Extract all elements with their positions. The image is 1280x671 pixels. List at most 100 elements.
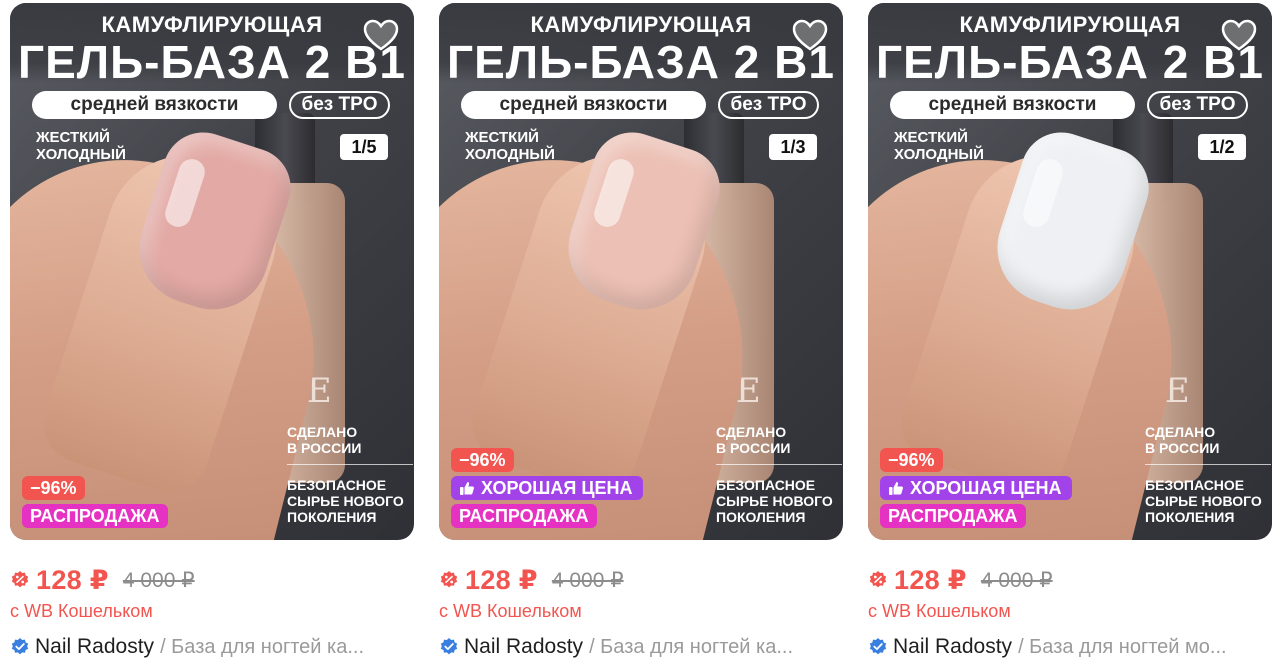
product-image[interactable]: BASE КАМУФЛИРУЮЩАЯ ГЕЛЬ-БАЗА 2 В1 средне… [868, 3, 1272, 540]
ratio-badge: 1/2 [1198, 134, 1246, 160]
heart-icon [1221, 19, 1257, 51]
product-grid: BASE КАМУФЛИРУЮЩАЯ ГЕЛЬ-БАЗА 2 В1 средне… [0, 0, 1280, 671]
viscosity-pill: средней вязкости [32, 91, 277, 119]
safe-line: ПОКОЛЕНИЯ [287, 509, 377, 525]
product-card[interactable]: BASE КАМУФЛИРУЮЩАЯ ГЕЛЬ-БАЗА 2 В1 средне… [868, 3, 1272, 671]
safe-line: БЕЗОПАСНОЕ [716, 477, 816, 493]
verified-check-icon [869, 638, 887, 655]
safe-line: ПОКОЛЕНИЯ [716, 509, 806, 525]
brand-name[interactable]: Nail Radosty [464, 635, 583, 659]
product-card[interactable]: BASE КАМУФЛИРУЮЩАЯ ГЕЛЬ-БАЗА 2 В1 средне… [10, 3, 414, 671]
product-banner: КАМУФЛИРУЮЩАЯ ГЕЛЬ-БАЗА 2 В1 [439, 3, 843, 87]
ratio-badge: 1/5 [340, 134, 388, 160]
product-title[interactable]: / База для ногтей ка... [160, 636, 364, 659]
safe-line: СЫРЬЕ НОВОГО [716, 493, 833, 509]
good-price-label: ХОРОШАЯ ЦЕНА [481, 478, 633, 498]
type-line: ЖЕСТКИЙ [465, 129, 539, 146]
safe-line: СЫРЬЕ НОВОГО [287, 493, 404, 509]
sale-badge: РАСПРОДАЖА [880, 504, 1026, 528]
product-banner: КАМУФЛИРУЮЩАЯ ГЕЛЬ-БАЗА 2 В1 [10, 3, 414, 87]
badges: −96% ХОРОШАЯ ЦЕНА РАСПРОДАЖА [880, 448, 1072, 528]
brand-name[interactable]: Nail Radosty [893, 635, 1012, 659]
made-line: СДЕЛАНО [287, 424, 358, 440]
made-line: В РОССИИ [287, 440, 362, 456]
brand-row[interactable]: Nail Radosty / База для ногтей мо... [868, 635, 1268, 659]
viscosity-pill: средней вязкости [890, 91, 1135, 119]
brand-name[interactable]: Nail Radosty [35, 635, 154, 659]
verified-check-icon [440, 638, 458, 655]
safe-label: БЕЗОПАСНОЕ СЫРЬЕ НОВОГО ПОКОЛЕНИЯ [716, 477, 833, 525]
price-current: 128 ₽ [894, 564, 967, 595]
product-title[interactable]: / База для ногтей ка... [589, 636, 793, 659]
made-line: В РОССИИ [716, 440, 791, 456]
wallet-note: с WB Кошельком [10, 601, 153, 621]
discount-percent-icon [11, 571, 29, 588]
wallet-note: с WB Кошельком [868, 601, 1011, 621]
headline-main: ГЕЛЬ-БАЗА 2 В1 [876, 36, 1264, 88]
verified-check-icon [11, 638, 29, 655]
type-line: ЖЕСТКИЙ [894, 129, 968, 146]
badges: −96% ХОРОШАЯ ЦЕНА РАСПРОДАЖА [451, 448, 643, 528]
type-line: ХОЛОДНЫЙ [465, 146, 555, 163]
product-image[interactable]: BASE КАМУФЛИРУЮЩАЯ ГЕЛЬ-БАЗА 2 В1 средне… [10, 3, 414, 540]
type-line: ХОЛОДНЫЙ [36, 146, 126, 163]
good-price-label: ХОРОШАЯ ЦЕНА [910, 478, 1062, 498]
type-line: ЖЕСТКИЙ [36, 129, 110, 146]
safe-line: БЕЗОПАСНОЕ [1145, 477, 1245, 493]
thumbs-up-icon [460, 482, 474, 495]
price-old: 4 000 ₽ [551, 568, 624, 592]
price-row: 128 ₽ 4 000 ₽ [868, 563, 1053, 597]
made-line: СДЕЛАНО [1145, 424, 1216, 440]
type-label: ЖЕСТКИЙ ХОЛОДНЫЙ [36, 129, 126, 163]
divider [716, 464, 842, 465]
viscosity-pill: средней вязкости [461, 91, 706, 119]
discount-percent-icon [869, 571, 887, 588]
divider [287, 464, 413, 465]
made-line: СДЕЛАНО [716, 424, 787, 440]
good-price-badge: ХОРОШАЯ ЦЕНА [451, 476, 643, 500]
favorite-button[interactable] [362, 17, 400, 55]
safe-line: БЕЗОПАСНОЕ [287, 477, 387, 493]
discount-badge: −96% [22, 476, 85, 500]
headline-top: КАМУФЛИРУЮЩАЯ [101, 12, 323, 37]
brand-row[interactable]: Nail Radosty / База для ногтей ка... [10, 635, 410, 659]
price-row: 128 ₽ 4 000 ₽ [439, 563, 624, 597]
headline-top: КАМУФЛИРУЮЩАЯ [530, 12, 752, 37]
safe-label: БЕЗОПАСНОЕ СЫРЬЕ НОВОГО ПОКОЛЕНИЯ [287, 477, 404, 525]
tpo-pill: без TPO [718, 91, 819, 119]
favorite-button[interactable] [1220, 17, 1258, 55]
product-image[interactable]: BASE КАМУФЛИРУЮЩАЯ ГЕЛЬ-БАЗА 2 В1 средне… [439, 3, 843, 540]
made-in-label: СДЕЛАНО В РОССИИ [1145, 424, 1219, 456]
ratio-badge: 1/3 [769, 134, 817, 160]
favorite-button[interactable] [791, 17, 829, 55]
type-label: ЖЕСТКИЙ ХОЛОДНЫЙ [465, 129, 555, 163]
heart-icon [363, 19, 399, 51]
price-old: 4 000 ₽ [980, 568, 1053, 592]
tpo-pill: без TPO [289, 91, 390, 119]
safe-label: БЕЗОПАСНОЕ СЫРЬЕ НОВОГО ПОКОЛЕНИЯ [1145, 477, 1262, 525]
price-current: 128 ₽ [465, 564, 538, 595]
headline-top: КАМУФЛИРУЮЩАЯ [959, 12, 1181, 37]
type-line: ХОЛОДНЫЙ [894, 146, 984, 163]
price-current: 128 ₽ [36, 564, 109, 595]
product-card[interactable]: BASE КАМУФЛИРУЮЩАЯ ГЕЛЬ-БАЗА 2 В1 средне… [439, 3, 843, 671]
safe-line: СЫРЬЕ НОВОГО [1145, 493, 1262, 509]
heart-icon [792, 19, 828, 51]
headline-main: ГЕЛЬ-БАЗА 2 В1 [18, 36, 406, 88]
made-in-label: СДЕЛАНО В РОССИИ [287, 424, 361, 456]
safe-line: ПОКОЛЕНИЯ [1145, 509, 1235, 525]
good-price-badge: ХОРОШАЯ ЦЕНА [880, 476, 1072, 500]
made-in-label: СДЕЛАНО В РОССИИ [716, 424, 790, 456]
made-line: В РОССИИ [1145, 440, 1220, 456]
product-banner: КАМУФЛИРУЮЩАЯ ГЕЛЬ-БАЗА 2 В1 [868, 3, 1272, 87]
badges: −96% РАСПРОДАЖА [22, 476, 168, 528]
sale-badge: РАСПРОДАЖА [451, 504, 597, 528]
thumbs-up-icon [889, 482, 903, 495]
discount-badge: −96% [451, 448, 514, 472]
brand-row[interactable]: Nail Radosty / База для ногтей ка... [439, 635, 839, 659]
product-title[interactable]: / База для ногтей мо... [1018, 636, 1227, 659]
price-row: 128 ₽ 4 000 ₽ [10, 563, 195, 597]
discount-percent-icon [440, 571, 458, 588]
discount-badge: −96% [880, 448, 943, 472]
type-label: ЖЕСТКИЙ ХОЛОДНЫЙ [894, 129, 984, 163]
